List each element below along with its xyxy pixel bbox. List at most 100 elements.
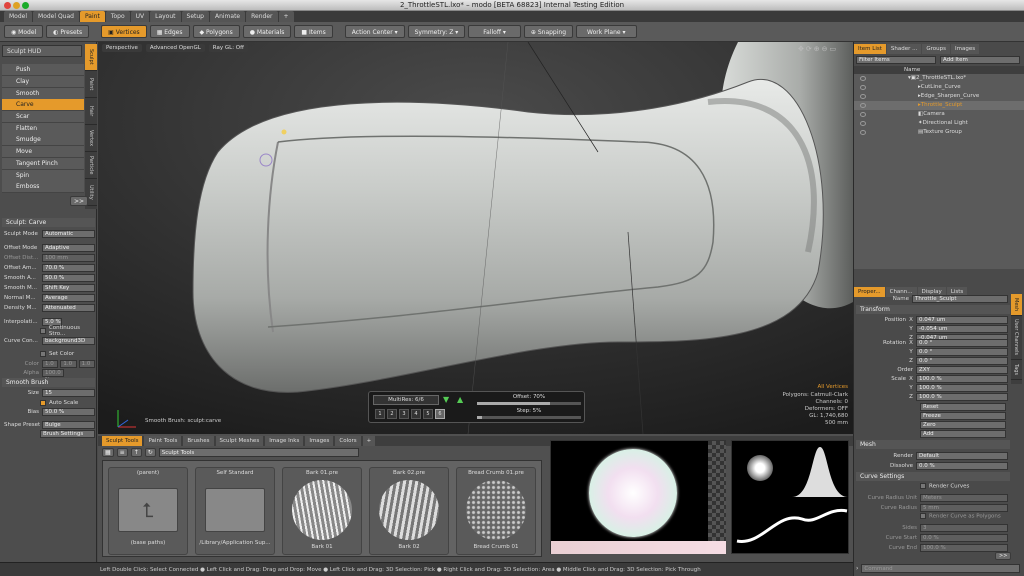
- tree-item-directional-light[interactable]: ✦ Directional Light: [854, 119, 1024, 128]
- tree-item-cutline-curve[interactable]: ▸ CutLine_Curve: [854, 83, 1024, 92]
- curve-end-field[interactable]: 100.0 %: [920, 543, 1008, 552]
- level-up-icon[interactable]: ▲: [457, 395, 463, 404]
- curve-constraint-select[interactable]: background3D: [42, 336, 95, 345]
- brush-push[interactable]: Push: [2, 64, 84, 76]
- action-center-dropdown[interactable]: Action Center ▾: [344, 25, 405, 38]
- zoom-window-button[interactable]: [22, 2, 29, 9]
- viewport-nav-icons[interactable]: ✥⟳⊕⊖▭: [798, 45, 838, 53]
- eye-icon[interactable]: [860, 85, 866, 90]
- tab-sculpt-meshes[interactable]: Sculpt Meshes: [215, 436, 264, 446]
- tab-brushes[interactable]: Brushes: [183, 436, 214, 446]
- level-6-button[interactable]: 6: [435, 409, 445, 419]
- color-g-field[interactable]: 1.0: [60, 359, 77, 368]
- curve-radius-unit-select[interactable]: Meters: [920, 493, 1008, 502]
- brush-tangent-pinch[interactable]: Tangent Pinch: [2, 158, 84, 170]
- brush-move[interactable]: Move: [2, 146, 84, 158]
- add-transform-button[interactable]: Add: [920, 430, 1006, 438]
- grid-view-icon[interactable]: ▦: [102, 448, 114, 457]
- tab-shader-tree[interactable]: Shader ...: [886, 44, 922, 54]
- level-4-button[interactable]: 4: [411, 409, 421, 419]
- sides-field[interactable]: 3: [920, 523, 1008, 532]
- list-view-icon[interactable]: ≡: [116, 448, 128, 457]
- layout-tab-animate[interactable]: Animate: [209, 11, 246, 22]
- side-tab-vertex-map[interactable]: Vertex Ma...: [76, 125, 97, 152]
- render-select[interactable]: Default: [916, 451, 1008, 460]
- eye-icon[interactable]: [860, 103, 866, 108]
- side-tab-paint[interactable]: Paint: [85, 71, 97, 98]
- position-y-field[interactable]: -0.054 um: [916, 324, 1008, 333]
- density-mode-select[interactable]: Attenuated: [42, 303, 95, 312]
- curve-radius-field[interactable]: 5 mm: [920, 503, 1008, 512]
- tab-colors[interactable]: Colors: [335, 436, 361, 446]
- layout-tab-uv[interactable]: UV: [130, 11, 150, 22]
- tree-item-throttle-sculpt[interactable]: ▸ Throttle_Sculpt: [854, 101, 1024, 110]
- preset-parent[interactable]: (parent) ⮤ (base paths): [108, 467, 188, 555]
- side-tab-particle[interactable]: Particle: [85, 152, 97, 179]
- color-b-field[interactable]: 1.0: [78, 359, 95, 368]
- color-r-field[interactable]: 1.0: [42, 359, 59, 368]
- side-tab-tags[interactable]: Tags: [1011, 360, 1022, 380]
- brush-carve[interactable]: Carve: [2, 99, 84, 111]
- more-properties-button[interactable]: >>: [995, 552, 1012, 560]
- reset-transform-button[interactable]: Reset: [920, 403, 1006, 411]
- 3d-viewport[interactable]: [98, 42, 853, 434]
- render-as-polygons-checkbox[interactable]: [920, 513, 926, 519]
- eye-icon[interactable]: [860, 130, 866, 135]
- size-field[interactable]: 15: [42, 388, 95, 397]
- offset-mode-select[interactable]: Adaptive: [42, 243, 95, 252]
- more-brushes-button[interactable]: >>: [70, 196, 89, 206]
- tree-item-texture-group[interactable]: ▤ Texture Group: [854, 128, 1024, 137]
- work-plane-dropdown[interactable]: Work Plane ▾: [576, 25, 637, 38]
- smooth-amount-field[interactable]: 50.0 %: [42, 273, 95, 282]
- tab-paint-tools[interactable]: Paint Tools: [144, 436, 182, 446]
- bias-field[interactable]: 50.0 %: [42, 407, 95, 416]
- render-curves-checkbox[interactable]: [920, 483, 926, 489]
- tab-groups[interactable]: Groups: [922, 44, 950, 54]
- filter-items-dropdown[interactable]: Filter Items: [856, 56, 936, 64]
- items-button[interactable]: ■ Items: [294, 25, 333, 38]
- layout-tab-model[interactable]: Model: [4, 11, 33, 22]
- curve-start-field[interactable]: 0.0 %: [920, 533, 1008, 542]
- eye-icon[interactable]: [860, 121, 866, 126]
- rotation-order-select[interactable]: ZXY: [916, 365, 1008, 374]
- item-name-field[interactable]: Throttle_Sculpt: [912, 295, 1008, 303]
- level-3-button[interactable]: 3: [399, 409, 409, 419]
- rotation-z-field[interactable]: 0.0 °: [916, 356, 1008, 365]
- preset-bark-02[interactable]: Bark 02.pre Bark 02: [369, 467, 449, 555]
- side-tab-mesh[interactable]: Mesh: [1011, 294, 1022, 316]
- set-color-checkbox[interactable]: [40, 350, 46, 357]
- layout-tab-layout[interactable]: Layout: [150, 11, 181, 22]
- tab-item-list[interactable]: Item List: [854, 44, 886, 54]
- add-tab-button[interactable]: +: [362, 436, 376, 446]
- tree-item-camera[interactable]: ◧ Camera: [854, 110, 1024, 119]
- brush-smudge[interactable]: Smudge: [2, 134, 84, 146]
- perspective-tab[interactable]: Perspective: [102, 44, 142, 52]
- snapping-button[interactable]: ⊕ Snapping: [523, 25, 574, 38]
- offset-distance-field[interactable]: 100 mm: [42, 253, 95, 262]
- rotation-y-field[interactable]: 0.0 °: [916, 347, 1008, 356]
- preset-bark-01[interactable]: Bark 01.pre Bark 01: [282, 467, 362, 555]
- tab-images[interactable]: Images: [951, 44, 980, 54]
- shape-preset-select[interactable]: Bulge: [42, 420, 95, 429]
- tab-sculpt-tools[interactable]: Sculpt Tools: [102, 436, 143, 446]
- color-picker[interactable]: [550, 440, 726, 554]
- value-strip[interactable]: [708, 441, 726, 541]
- vertices-button[interactable]: ▣ Vertices: [101, 25, 147, 38]
- smooth-mode-select[interactable]: Shift Key: [42, 283, 95, 292]
- command-input[interactable]: Command: [861, 564, 1020, 573]
- edges-button[interactable]: ▦ Edges: [149, 25, 190, 38]
- add-layout-tab-button[interactable]: +: [278, 11, 294, 22]
- layout-tab-paint[interactable]: Paint: [79, 11, 105, 22]
- brush-spin[interactable]: Spin: [2, 170, 84, 182]
- sculpt-hud-button[interactable]: Sculpt HUD: [2, 45, 82, 57]
- position-x-field[interactable]: 0.047 um: [916, 315, 1008, 324]
- eye-icon[interactable]: [860, 94, 866, 99]
- scale-x-field[interactable]: 100.0 %: [916, 374, 1008, 383]
- zero-transform-button[interactable]: Zero: [920, 421, 1006, 429]
- brush-settings-button[interactable]: Brush Settings: [40, 429, 95, 438]
- falloff-dropdown[interactable]: Falloff ▾: [468, 25, 521, 38]
- refresh-icon[interactable]: ↻: [144, 448, 156, 457]
- layout-tab-topo[interactable]: Topo: [105, 11, 130, 22]
- dissolve-field[interactable]: 0.0 %: [916, 461, 1008, 470]
- minimize-window-button[interactable]: [13, 2, 20, 9]
